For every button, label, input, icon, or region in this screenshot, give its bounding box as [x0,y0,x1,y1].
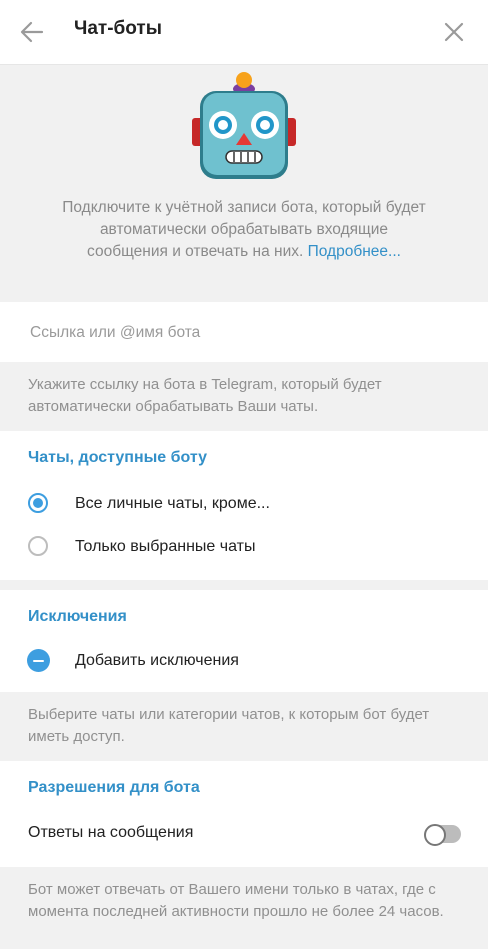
radio-label: Все личные чаты, кроме... [75,495,270,512]
add-exceptions-label: Добавить исключения [75,652,239,669]
robot-face-icon [192,72,296,179]
close-icon[interactable] [442,20,466,44]
chats-section-title: Чаты, доступные боту [28,449,208,466]
hero-description: Подключите к учётной записи бота, которы… [60,197,428,263]
radio-all-private-chats[interactable]: Все личные чаты, кроме... [0,483,488,526]
learn-more-link[interactable]: Подробнее... [308,243,401,260]
reply-permission-label: Ответы на сообщения [28,824,194,841]
exceptions-note: Выберите чаты или категории чатов, к кот… [0,692,488,761]
radio-unselected-icon[interactable] [28,536,48,556]
radio-label: Только выбранные чаты [75,538,256,555]
add-exceptions-button[interactable]: Добавить исключения [0,640,488,683]
header: Чат-боты [0,0,488,65]
remove-circle-icon [27,649,50,672]
permissions-section: Разрешения для бота Ответы на сообщения [0,761,488,867]
chats-section: Чаты, доступные боту Все личные чаты, кр… [0,431,488,580]
permissions-note: Бот может отвечать от Вашего имени тольк… [0,867,488,936]
arrow-left-icon[interactable] [18,18,46,46]
page-title: Чат-боты [74,18,162,39]
bot-link-input[interactable] [28,316,462,350]
hero: Подключите к учётной записи бота, которы… [0,65,488,302]
reply-permission-row[interactable]: Ответы на сообщения [0,812,488,855]
exceptions-section: Исключения Добавить исключения [0,590,488,692]
bot-link-field [0,302,488,362]
exceptions-section-title: Исключения [28,608,127,625]
radio-selected-chats[interactable]: Только выбранные чаты [0,526,488,569]
radio-selected-icon[interactable] [28,493,48,513]
divider [0,580,488,590]
reply-permission-toggle[interactable] [424,824,461,846]
bot-link-note: Укажите ссылку на бота в Telegram, котор… [0,362,488,431]
permissions-section-title: Разрешения для бота [28,779,200,796]
